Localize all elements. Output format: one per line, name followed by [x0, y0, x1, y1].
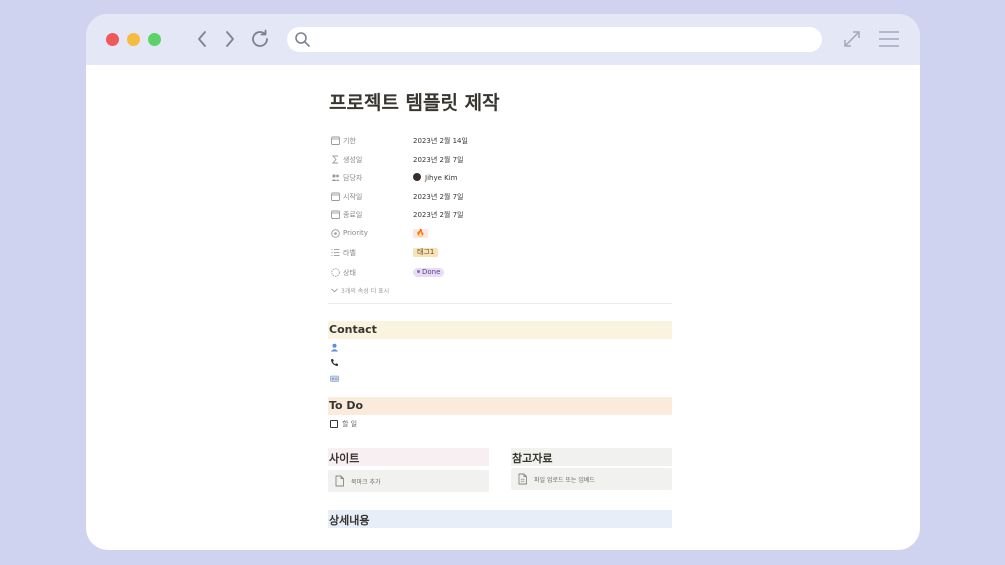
- property-name: Priority: [343, 229, 368, 237]
- status-text: Done: [422, 268, 441, 276]
- page-title[interactable]: 프로젝트 템플릿 제작: [329, 88, 500, 115]
- label-tag: 태그1: [413, 248, 439, 257]
- show-more-label: 3개의 속성 더 표시: [341, 288, 390, 295]
- show-more-properties[interactable]: 3개의 속성 더 표시: [331, 286, 389, 295]
- property-due-date[interactable]: 기한 2023년 2월 14일: [328, 132, 674, 148]
- property-name: 라벨: [343, 249, 356, 257]
- contact-heading-text: Contact: [329, 323, 377, 336]
- priority-tag: 🔥: [413, 229, 428, 238]
- chevron-down-icon: [331, 288, 338, 293]
- status-badge: Done: [413, 268, 445, 277]
- file-icon: [518, 473, 527, 485]
- todo-checkbox[interactable]: [330, 420, 338, 428]
- property-value[interactable]: 🔥: [413, 229, 428, 238]
- url-input[interactable]: [321, 29, 805, 51]
- reload-button[interactable]: [248, 27, 272, 51]
- property-value[interactable]: Jihye Kim: [413, 173, 457, 182]
- property-label[interactable]: 라벨 태그1: [328, 244, 674, 260]
- phone-icon: [331, 359, 338, 367]
- property-name: 담당자: [343, 174, 363, 182]
- file-upload-block[interactable]: 파일 업로드 또는 임베드: [511, 468, 672, 490]
- property-priority[interactable]: Priority 🔥: [328, 225, 674, 241]
- file-upload-label: 파일 업로드 또는 임베드: [534, 477, 595, 484]
- todo-item-text[interactable]: 할 일: [342, 419, 357, 429]
- reference-heading[interactable]: 참고자료: [511, 448, 672, 466]
- contact-heading[interactable]: Contact: [328, 321, 672, 339]
- property-name: 시작일: [343, 193, 363, 201]
- property-start-date[interactable]: 시작일 2023년 2월 7일: [328, 188, 674, 204]
- property-name: 생성일: [343, 156, 363, 164]
- calendar-icon: [331, 136, 340, 145]
- add-bookmark-block[interactable]: 북마크 추가: [328, 470, 489, 492]
- todo-heading[interactable]: To Do: [328, 397, 672, 415]
- reference-heading-text: 참고자료: [512, 452, 553, 465]
- property-name: 기한: [343, 137, 356, 145]
- property-value[interactable]: 2023년 2월 14일: [413, 136, 468, 146]
- status-circle-icon: [331, 268, 340, 277]
- list-icon: [331, 249, 340, 256]
- reload-icon: [252, 29, 268, 47]
- calendar-icon: [331, 210, 340, 219]
- browser-window: 프로젝트 템플릿 제작 기한 2023년 2월 14일 생성일 2023년 2월…: [86, 14, 920, 550]
- site-heading[interactable]: 사이트: [328, 448, 489, 466]
- property-value[interactable]: Done: [413, 268, 445, 277]
- property-end-date[interactable]: 종료일 2023년 2월 7일: [328, 206, 674, 222]
- property-name: 상태: [343, 269, 356, 277]
- details-heading-text: 상세내용: [329, 514, 370, 527]
- chevron-left-icon: [198, 31, 206, 47]
- bookmark-icon: [335, 475, 344, 487]
- browser-toolbar: [86, 14, 920, 65]
- assignee-name: Jihye Kim: [425, 174, 458, 182]
- target-icon: [331, 229, 340, 238]
- id-card-icon: [330, 375, 339, 382]
- person-icon: [330, 343, 339, 352]
- property-assignee[interactable]: 담당자 Jihye Kim: [328, 169, 674, 185]
- property-value[interactable]: 2023년 2월 7일: [413, 192, 464, 202]
- back-button[interactable]: [190, 27, 214, 51]
- status-dot: [417, 270, 420, 273]
- property-status[interactable]: 상태 Done: [328, 264, 674, 280]
- property-value[interactable]: 2023년 2월 7일: [413, 210, 464, 220]
- chevron-right-icon: [226, 31, 234, 47]
- hamburger-menu-icon[interactable]: [878, 30, 900, 48]
- calendar-icon: [331, 192, 340, 201]
- todo-heading-text: To Do: [329, 399, 364, 412]
- site-heading-text: 사이트: [329, 452, 360, 465]
- close-window-button[interactable]: [106, 33, 119, 46]
- property-value[interactable]: 2023년 2월 7일: [413, 155, 464, 165]
- property-name: 종료일: [343, 211, 363, 219]
- search-icon: [295, 32, 310, 47]
- people-icon: [331, 174, 340, 181]
- details-heading[interactable]: 상세내용: [328, 510, 672, 528]
- property-value[interactable]: 태그1: [413, 248, 439, 257]
- expand-icon[interactable]: [842, 29, 862, 49]
- sigma-icon: [332, 155, 338, 164]
- minimize-window-button[interactable]: [127, 33, 140, 46]
- zoom-window-button[interactable]: [148, 33, 161, 46]
- property-created[interactable]: 생성일 2023년 2월 7일: [328, 151, 674, 167]
- avatar: [413, 173, 421, 181]
- address-bar[interactable]: [287, 27, 822, 52]
- forward-button[interactable]: [218, 27, 242, 51]
- add-bookmark-label: 북마크 추가: [351, 479, 381, 486]
- divider: [328, 303, 672, 304]
